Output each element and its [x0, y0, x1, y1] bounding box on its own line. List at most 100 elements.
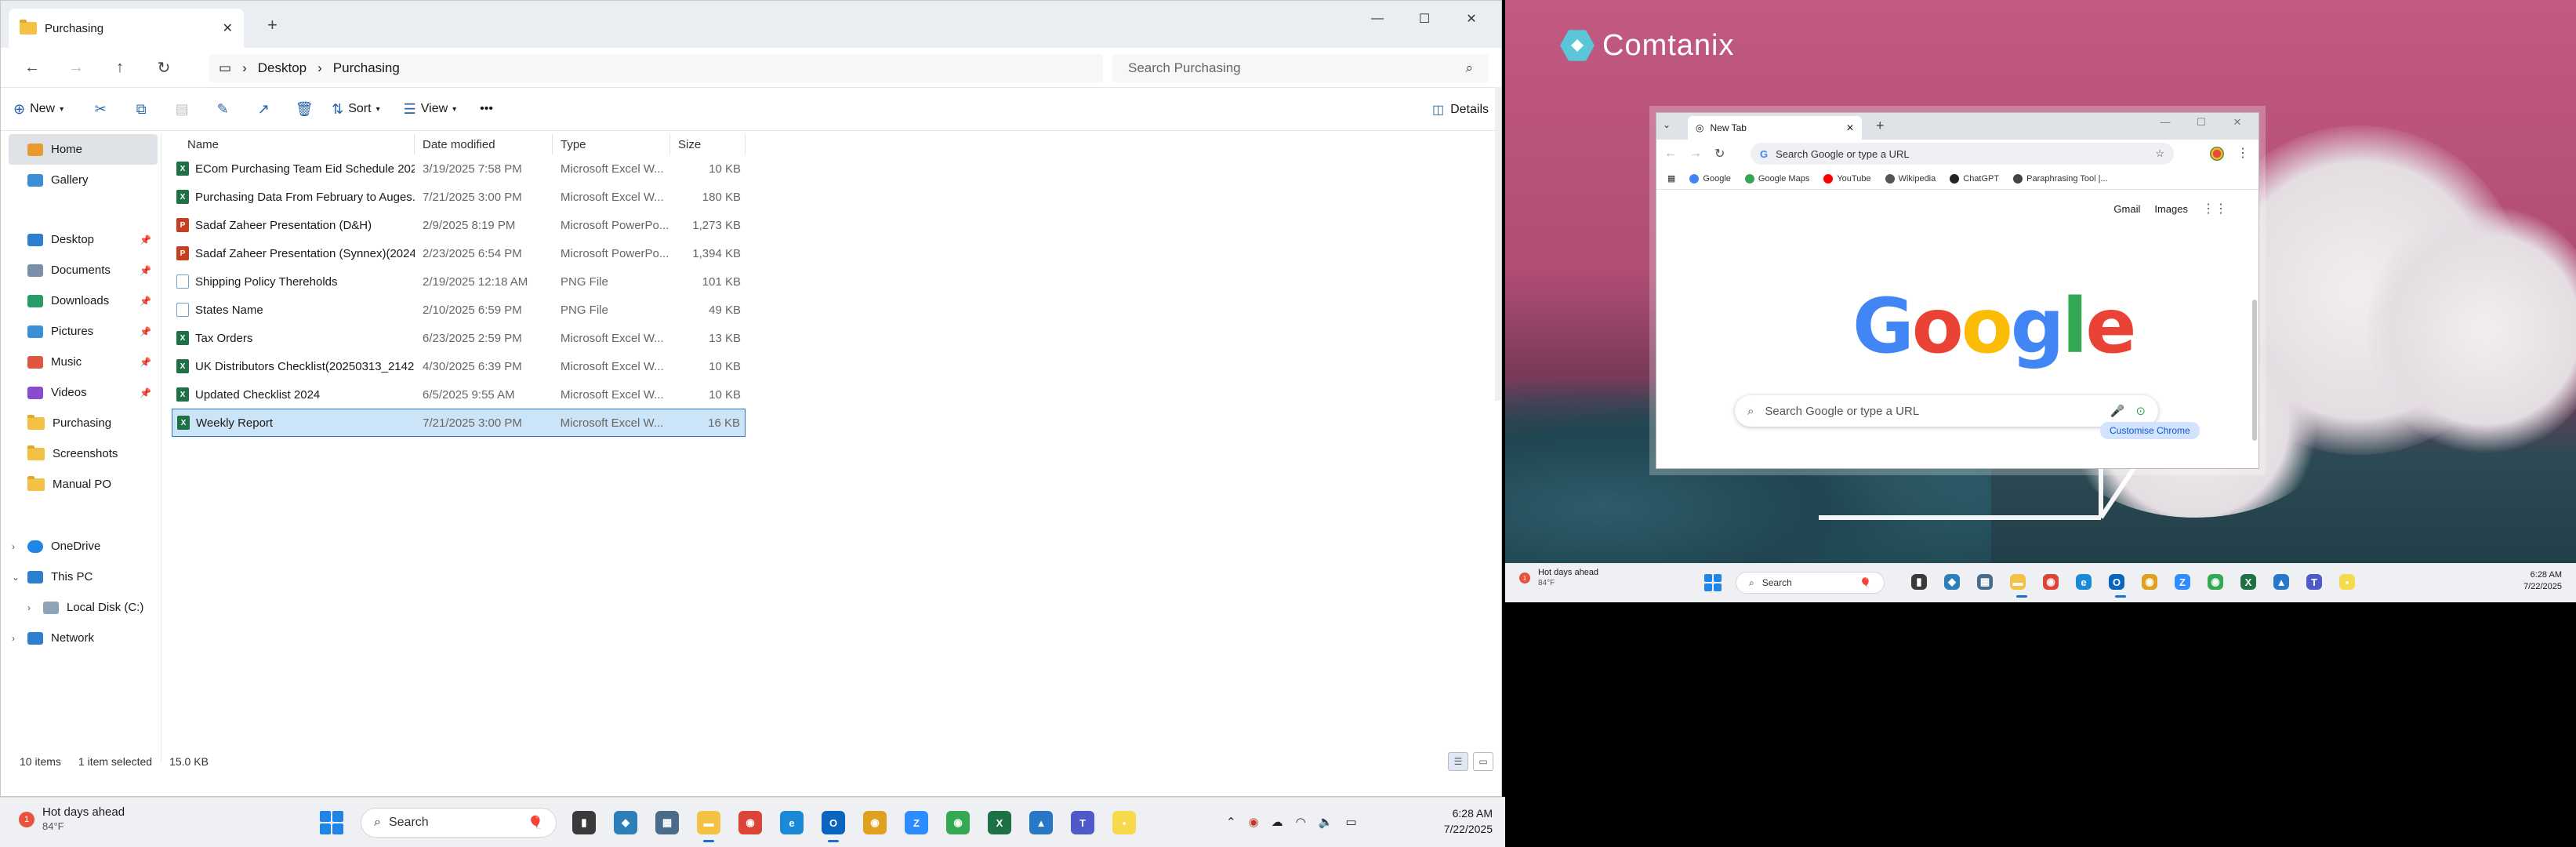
new-tab-button[interactable]: +: [267, 15, 278, 35]
zoom-icon[interactable]: Z: [905, 811, 928, 834]
nav-item-home[interactable]: Home: [9, 134, 158, 165]
taskbar-search-secondary[interactable]: ⌕ Search 🎈: [1736, 572, 1885, 594]
bookmark-star-icon[interactable]: ☆: [2155, 147, 2164, 160]
calculator-icon[interactable]: ▦: [655, 811, 679, 834]
column-header-type[interactable]: Type: [553, 134, 670, 154]
close-tab-icon[interactable]: ✕: [1846, 122, 1854, 133]
battery-icon[interactable]: ▭: [1345, 815, 1356, 829]
chrome-profile-icon[interactable]: ◉: [2142, 574, 2157, 590]
copilot-icon[interactable]: ◆: [614, 811, 637, 834]
calculator-icon[interactable]: ▦: [1977, 574, 1993, 590]
images-link[interactable]: Images: [2154, 203, 2188, 215]
minimize-button[interactable]: —: [1354, 5, 1401, 32]
nav-item-local-disk[interactable]: › Local Disk (C:): [9, 592, 158, 623]
breadcrumb-purchasing[interactable]: Purchasing: [333, 60, 400, 76]
rename-icon[interactable]: ✎: [209, 101, 236, 118]
chevron-right-icon[interactable]: ›: [12, 633, 15, 644]
close-window-button[interactable]: ✕: [2219, 116, 2255, 129]
bookmark-item[interactable]: Google Maps: [1744, 173, 1809, 184]
maximize-button[interactable]: ☐: [2183, 116, 2219, 129]
reload-button[interactable]: ↻: [1714, 146, 1725, 162]
omnibox[interactable]: G Search Google or type a URL ☆: [1751, 143, 2174, 165]
vertical-scrollbar[interactable]: [1495, 87, 1501, 401]
edge-icon[interactable]: e: [780, 811, 804, 834]
delete-icon[interactable]: 🗑: [291, 101, 317, 118]
file-row[interactable]: P Sadaf Zaheer Presentation (Synnex)(2024…: [172, 239, 1489, 267]
nav-item-pictures[interactable]: Pictures 📌: [9, 316, 158, 347]
file-manager-icon[interactable]: ▮: [572, 811, 596, 834]
app-blue-icon[interactable]: ▲: [2273, 574, 2289, 590]
start-button[interactable]: [320, 811, 343, 834]
minimize-button[interactable]: —: [2147, 116, 2183, 129]
wifi-icon[interactable]: ◠: [1296, 815, 1306, 829]
lens-icon[interactable]: ⊙: [2135, 404, 2146, 418]
new-button[interactable]: ⊕ New ▾: [13, 101, 63, 118]
outlook-icon[interactable]: O: [822, 811, 845, 842]
excel-icon[interactable]: X: [988, 811, 1011, 834]
column-header-size[interactable]: Size: [670, 134, 746, 154]
nav-item-screenshots[interactable]: Screenshots: [9, 438, 158, 469]
chrome-2-icon[interactable]: ◉: [2208, 574, 2223, 590]
security-icon[interactable]: ◉: [1249, 815, 1259, 829]
sort-button[interactable]: ⇅ Sort ▾: [332, 101, 379, 118]
file-row[interactable]: X ECom Purchasing Team Eid Schedule 2025 3…: [172, 154, 1489, 183]
paste-icon[interactable]: ▤: [169, 101, 195, 118]
file-row[interactable]: X UK Distributors Checklist(20250313_2142…: [172, 352, 1489, 380]
chevron-right-icon[interactable]: ›: [12, 541, 15, 552]
nav-item-onedrive[interactable]: › OneDrive: [9, 531, 158, 562]
nav-item-manual-po[interactable]: Manual PO: [9, 469, 158, 500]
up-button[interactable]: ↑: [98, 59, 142, 77]
breadcrumb[interactable]: ▭ › Desktop › Purchasing: [209, 54, 1103, 82]
customise-chrome-button[interactable]: Customise Chrome: [2100, 422, 2200, 439]
start-button[interactable]: [1704, 574, 1722, 591]
microphone-icon[interactable]: 🎤: [2110, 404, 2125, 418]
chevron-right-icon[interactable]: ›: [27, 602, 31, 613]
volume-icon[interactable]: 🔈: [1319, 815, 1333, 829]
chrome-tab-new-tab[interactable]: ◎ New Tab ✕: [1688, 116, 1862, 140]
cloud-icon[interactable]: ☁: [1272, 815, 1283, 829]
chrome-profile-icon[interactable]: ◉: [863, 811, 887, 834]
google-search-box[interactable]: ⌕ Search Google or type a URL 🎤 ⊙: [1735, 395, 2158, 427]
zoom-icon[interactable]: Z: [2175, 574, 2190, 590]
bookmark-item[interactable]: ChatGPT: [1950, 173, 1999, 184]
details-pane-button[interactable]: ◫ Details: [1432, 102, 1489, 118]
excel-icon[interactable]: X: [2240, 574, 2256, 590]
bookmark-item[interactable]: Wikipedia: [1885, 173, 1936, 184]
view-button[interactable]: ☰ View ▾: [404, 101, 457, 118]
apps-launcher-icon[interactable]: ⋮⋮: [2202, 201, 2227, 216]
forward-button[interactable]: →: [54, 59, 98, 77]
outlook-icon[interactable]: O: [2109, 574, 2126, 598]
back-button[interactable]: ←: [10, 59, 54, 77]
teams-icon[interactable]: T: [1071, 811, 1094, 834]
file-row[interactable]: X Weekly Report 7/21/2025 3:00 PM Microsoft…: [172, 409, 746, 437]
nav-item-downloads[interactable]: Downloads 📌: [9, 285, 158, 316]
teams-icon[interactable]: T: [2306, 574, 2322, 590]
edge-icon[interactable]: e: [2076, 574, 2092, 590]
file-explorer-icon[interactable]: ▬: [697, 811, 720, 842]
breadcrumb-desktop[interactable]: Desktop: [258, 60, 307, 76]
chrome-icon[interactable]: ◉: [2043, 574, 2059, 590]
file-explorer-icon[interactable]: ▬: [2010, 574, 2027, 598]
apps-grid-icon[interactable]: ▦: [1667, 173, 1675, 184]
bookmark-item[interactable]: YouTube: [1823, 173, 1871, 184]
explorer-tab[interactable]: Purchasing ✕: [9, 9, 244, 48]
copy-icon[interactable]: ⧉: [128, 101, 154, 118]
clock-secondary[interactable]: 6:28 AM 7/22/2025: [2523, 569, 2562, 593]
app-blue-icon[interactable]: ▲: [1029, 811, 1053, 834]
column-header-name[interactable]: Name: [172, 134, 415, 154]
share-icon[interactable]: ↗: [250, 101, 277, 118]
file-row[interactable]: X Purchasing Data From February to Auges.…: [172, 183, 1489, 211]
nav-item-desktop[interactable]: Desktop 📌: [9, 224, 158, 255]
new-tab-button[interactable]: +: [1876, 118, 1885, 134]
nav-item-music[interactable]: Music 📌: [9, 347, 158, 377]
taskbar-search[interactable]: ⌕ Search 🎈: [361, 808, 557, 838]
chevron-down-icon[interactable]: ⌄: [12, 572, 20, 583]
details-view-icon[interactable]: ☰: [1448, 752, 1468, 771]
chrome-scrollbar[interactable]: [2252, 300, 2257, 441]
back-button[interactable]: ←: [1664, 147, 1677, 161]
chrome-icon[interactable]: ◉: [738, 811, 762, 834]
file-row[interactable]: P Sadaf Zaheer Presentation (D&H) 2/9/2025…: [172, 211, 1489, 239]
tiles-view-icon[interactable]: ▭: [1473, 752, 1493, 771]
weather-widget-secondary[interactable]: 1 Hot days ahead 84°F: [1519, 568, 1598, 588]
menu-icon[interactable]: ⋮: [2237, 145, 2249, 161]
